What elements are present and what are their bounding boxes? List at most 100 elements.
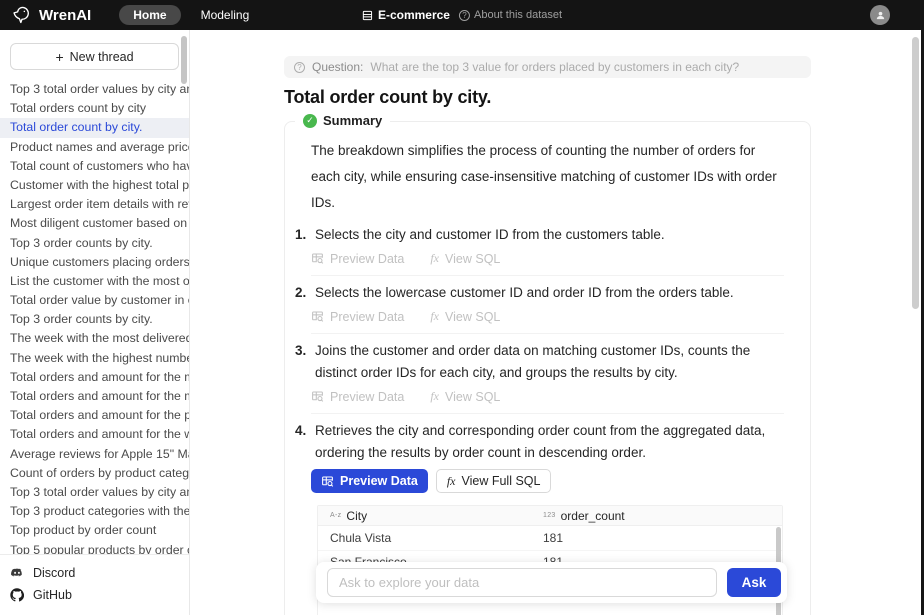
thread-item[interactable]: Total orders and amount for the pr... (0, 406, 189, 425)
thread-item[interactable]: Top 3 product categories with the ... (0, 502, 189, 521)
person-icon (875, 10, 886, 21)
check-circle-icon: ✓ (303, 114, 317, 128)
view-sql-button[interactable]: fx View SQL (430, 389, 500, 404)
top-navbar: WrenAI Home Modeling E-commerce ? About … (0, 0, 924, 30)
summary-label: Summary (323, 113, 382, 128)
step-number: 3. (295, 340, 310, 384)
nav-item-modeling[interactable]: Modeling (191, 5, 260, 25)
thread-item[interactable]: Product names and average price... (0, 138, 189, 157)
thread-item[interactable]: Unique customers placing orders ... (0, 253, 189, 272)
thread-item[interactable]: Top 3 order counts by city. (0, 234, 189, 253)
thread-item[interactable]: Top product by order count (0, 521, 189, 540)
thread-item[interactable]: List the customer with the most or... (0, 272, 189, 291)
thread-item[interactable]: Top 5 popular products by order c... (0, 541, 189, 555)
preview-data-button[interactable]: Preview Data (311, 310, 404, 324)
thread-item[interactable]: Top 3 order counts by city. (0, 310, 189, 329)
thread-item[interactable]: Count of orders by product categ... (0, 464, 189, 483)
view-sql-button[interactable]: fx View SQL (430, 251, 500, 266)
step-number: 4. (295, 420, 310, 464)
thread-item[interactable]: Total order value by customer in e... (0, 291, 189, 310)
thread-item[interactable]: Largest order item details with rev... (0, 195, 189, 214)
user-avatar[interactable] (870, 5, 890, 25)
view-full-sql-button[interactable]: fx View Full SQL (436, 469, 552, 493)
table-row: Chula Vista 181 (318, 526, 782, 551)
thread-item-active[interactable]: Total order count by city. (0, 118, 189, 137)
view-sql-button[interactable]: fx View SQL (430, 309, 500, 324)
ask-button[interactable]: Ask (727, 568, 781, 597)
plus-icon: + (55, 50, 63, 64)
database-icon (362, 10, 373, 21)
summary-text: The breakdown simplifies the process of … (311, 138, 784, 216)
column-header-city: A-z City (318, 509, 543, 523)
thread-list: Top 3 total order values by city an... T… (0, 78, 189, 554)
step-text: Selects the lowercase customer ID and or… (315, 282, 734, 304)
fx-icon: fx (430, 309, 439, 324)
main-scrollbar-thumb[interactable] (912, 37, 919, 309)
discord-icon (10, 566, 24, 580)
discord-link[interactable]: Discord (0, 562, 189, 584)
sidebar-scrollbar-thumb[interactable] (181, 36, 187, 84)
step-number: 2. (295, 282, 310, 304)
github-icon (10, 588, 24, 602)
thread-item[interactable]: The week with the most delivered ... (0, 329, 189, 348)
summary-section: ✓ Summary The breakdown simplifies the p… (284, 121, 811, 615)
step-text: Selects the city and customer ID from th… (315, 224, 665, 246)
step-text: Joins the customer and order data on mat… (315, 340, 784, 384)
page-title: Total order count by city. (284, 87, 811, 108)
step-3: 3. Joins the customer and order data on … (311, 333, 784, 413)
step-number: 1. (295, 224, 310, 246)
fx-icon: fx (430, 251, 439, 266)
question-text: What are the top 3 value for orders plac… (370, 60, 739, 74)
thread-item[interactable]: Total orders and amount for the w... (0, 425, 189, 444)
answer-content: ? Question: What are the top 3 value for… (284, 56, 811, 615)
city-cell: Chula Vista (318, 531, 543, 545)
summary-header: ✓ Summary (295, 113, 390, 128)
thread-item[interactable]: The week with the highest numbe... (0, 349, 189, 368)
count-cell: 181 (543, 531, 782, 545)
preview-data-button-active[interactable]: Preview Data (311, 469, 428, 493)
sidebar-footer: Discord GitHub (0, 554, 189, 615)
thread-item[interactable]: Most diligent customer based on t... (0, 214, 189, 233)
thread-item[interactable]: Total orders and amount for the m... (0, 368, 189, 387)
column-header-order-count: 123 order_count (543, 509, 782, 523)
question-circle-icon: ? (294, 62, 305, 73)
table-search-icon (311, 252, 324, 265)
thread-item[interactable]: Total count of customers who hav... (0, 157, 189, 176)
new-thread-button[interactable]: + New thread (10, 43, 179, 70)
nav-item-home[interactable]: Home (119, 5, 180, 25)
thread-item[interactable]: Customer with the highest total p... (0, 176, 189, 195)
preview-data-button[interactable]: Preview Data (311, 252, 404, 266)
fx-icon: fx (447, 474, 456, 489)
thread-item[interactable]: Total orders count by city (0, 99, 189, 118)
step-text: Retrieves the city and corresponding ord… (315, 420, 784, 464)
fx-icon: fx (430, 389, 439, 404)
brand-name: WrenAI (39, 7, 91, 24)
text-type-icon: A-z (330, 512, 341, 519)
dataset-name: E-commerce (362, 8, 450, 22)
preview-data-button[interactable]: Preview Data (311, 390, 404, 404)
github-link[interactable]: GitHub (0, 584, 189, 606)
ask-input[interactable] (327, 568, 717, 597)
ask-bar: Ask (316, 562, 787, 603)
question-circle-icon: ? (459, 10, 470, 21)
dataset-info: E-commerce ? About this dataset (362, 8, 562, 22)
question-label: Question: (312, 60, 363, 74)
main-panel: ? Question: What are the top 3 value for… (190, 30, 924, 615)
thread-item[interactable]: Average reviews for Apple 15" Ma... (0, 445, 189, 464)
thread-item[interactable]: Total orders and amount for the m... (0, 387, 189, 406)
threads-sidebar: + New thread Top 3 total order values by… (0, 30, 190, 615)
number-type-icon: 123 (543, 512, 556, 519)
app-window: WrenAI Home Modeling E-commerce ? About … (0, 0, 924, 615)
wren-bird-icon (12, 5, 32, 25)
main-nav: Home Modeling (119, 5, 259, 25)
thread-item[interactable]: Top 3 total order values by city an... (0, 483, 189, 502)
table-search-icon (311, 310, 324, 323)
table-search-icon (311, 390, 324, 403)
brand-logo[interactable]: WrenAI (12, 5, 91, 25)
step-1: 1. Selects the city and customer ID from… (311, 218, 784, 275)
about-dataset-link[interactable]: ? About this dataset (459, 9, 562, 21)
question-banner: ? Question: What are the top 3 value for… (284, 56, 811, 78)
table-header: A-z City 123 order_count (318, 506, 782, 526)
step-2: 2. Selects the lowercase customer ID and… (311, 275, 784, 333)
thread-item[interactable]: Top 3 total order values by city an... (0, 80, 189, 99)
